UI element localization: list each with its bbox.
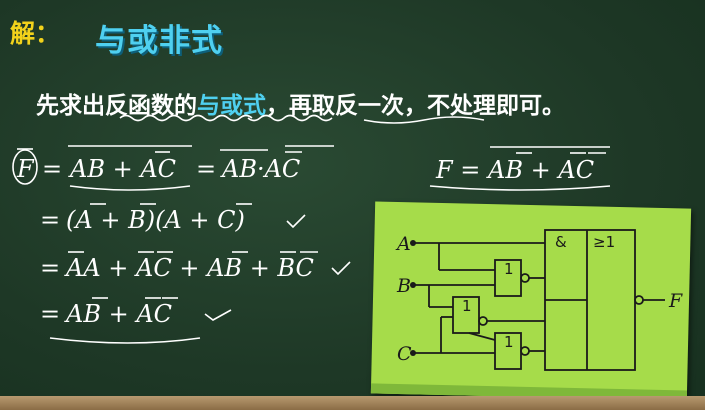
svg-text:=: = [40,300,60,328]
check-mark-icon [331,261,351,276]
not-gate-3-label: 1 [504,333,514,351]
svg-text:=: = [40,206,60,234]
or-symbol: ≥1 [593,233,615,251]
eq-line1-lhs: F [16,155,35,183]
check-mark-icon [286,214,306,229]
svg-text:=: = [42,155,62,183]
result-equation: F = AB + AC [435,156,594,184]
and-symbol: & [555,233,567,251]
wavy-underline-2 [247,114,333,122]
not-gate-1-label: 1 [504,260,514,278]
wavy-underline [119,114,253,122]
eq-line1-term2: AB·AC [220,155,300,183]
eq-line4: AB + AC [64,300,172,328]
output-inverter-bubble [634,295,644,305]
board-frame [0,396,705,410]
input-b-label: B [396,275,411,297]
eq-line1-term1: AB + AC [68,155,176,183]
eq-line3: AA + AC + AB + BC [64,254,314,282]
check-mark-icon [204,309,232,321]
svg-text:=: = [40,254,60,282]
not-gate-2-label: 1 [462,297,472,315]
input-a-label: A [395,233,411,255]
logic-circuit-diagram: A B C F & ≥1 1 1 1 [395,229,683,371]
underline-mark [363,116,485,124]
svg-text:=: = [196,155,216,183]
eq-line2: (A + B)(A + C) [66,206,245,234]
input-c-label: C [397,343,412,365]
chalkboard: 解： 与或非式 先求出反函数的与或式，再取反一次，不处理即可。 F = AB +… [0,0,705,410]
output-f-label: F [668,290,683,312]
